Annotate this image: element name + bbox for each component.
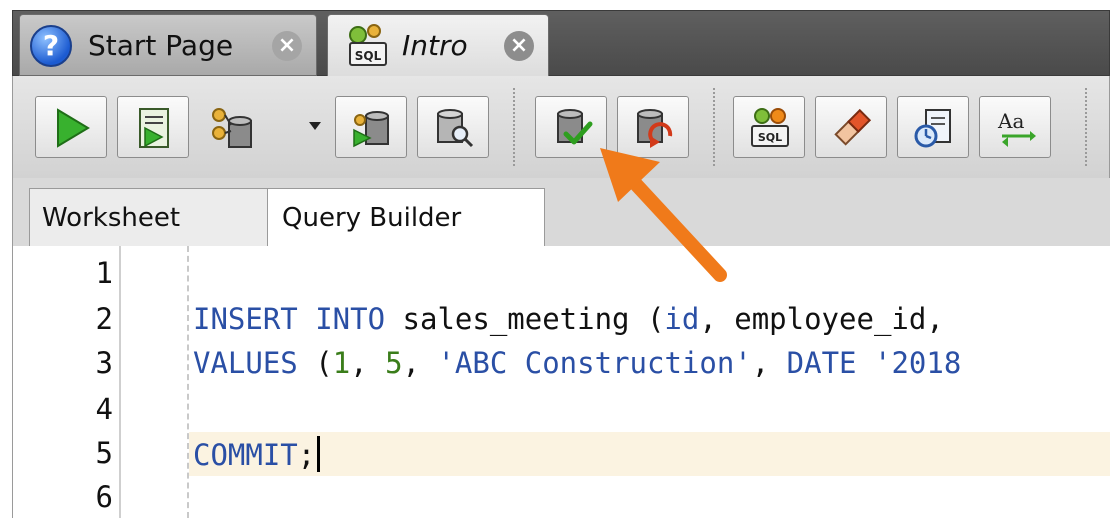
- worksheet-subtabs: Worksheet Query Builder: [12, 178, 1110, 246]
- chevron-down-icon[interactable]: [309, 122, 321, 130]
- document-tab-bar: ? Start Page × SQL Intro ×: [12, 10, 1110, 78]
- run-script-button[interactable]: [117, 96, 189, 158]
- sql-keyword: VALUES: [193, 346, 298, 380]
- sql-text: sales_meeting (: [385, 302, 665, 336]
- sql-history-button[interactable]: [897, 96, 969, 158]
- history-clock-icon: [914, 109, 951, 148]
- text-caret: [317, 436, 321, 472]
- line-number: 5: [95, 436, 113, 470]
- eraser-icon: [834, 108, 872, 146]
- sql-worksheet-icon: SQL: [349, 24, 387, 66]
- code-line-5: COMMIT;: [193, 436, 321, 472]
- format-case-button[interactable]: Aa: [979, 96, 1051, 158]
- sql-text: ,: [402, 346, 438, 380]
- sql-keyword: DATE: [786, 346, 857, 380]
- sql-text: , employee_id,: [699, 302, 944, 336]
- sql-keyword: COMMIT: [193, 438, 298, 472]
- tab-start-page-label: Start Page: [88, 29, 234, 62]
- toolbar-separator: [513, 88, 515, 166]
- script-icon: [139, 108, 169, 148]
- case-convert-icon: Aa: [997, 109, 1036, 147]
- toolbar-separator: [1085, 88, 1087, 166]
- database-check-icon: [557, 109, 593, 145]
- current-line-highlight: [189, 432, 1110, 476]
- clear-button[interactable]: [815, 96, 887, 158]
- tab-query-builder-label: Query Builder: [282, 203, 462, 233]
- tab-start-page[interactable]: ? Start Page ×: [19, 14, 317, 76]
- code-line-3: VALUES (1, 5, 'ABC Construction', DATE '…: [193, 346, 961, 380]
- sql-text: ;: [297, 438, 316, 472]
- sql-editor[interactable]: 1 2 3 4 5 6 INSERT INTO sales_meeting (i…: [12, 246, 1110, 518]
- svg-text:Aa: Aa: [997, 109, 1024, 133]
- tab-intro[interactable]: SQL Intro ×: [327, 14, 549, 78]
- line-number: 1: [95, 256, 113, 290]
- sql-gear-icon: SQL: [751, 108, 789, 147]
- sql-text: (: [297, 346, 333, 380]
- close-icon[interactable]: ×: [272, 31, 302, 61]
- sql-text: ,: [350, 346, 386, 380]
- annotation-arrow: [600, 148, 727, 282]
- sql-keyword: id: [664, 302, 700, 336]
- line-number: 6: [95, 480, 113, 514]
- sql-text: ,: [751, 346, 787, 380]
- sql-number: 1: [332, 346, 351, 380]
- sql-keyword: INSERT INTO: [193, 302, 386, 336]
- database-icon[interactable]: [209, 105, 259, 155]
- sql-number: 5: [385, 346, 403, 380]
- svg-text:SQL: SQL: [758, 131, 782, 144]
- line-number: 4: [95, 392, 113, 426]
- play-icon: [57, 108, 90, 148]
- worksheet-toolbar: SQL Aa: [12, 76, 1110, 178]
- fold-guide: [187, 246, 189, 518]
- sql-string: '2018: [873, 346, 962, 380]
- tab-worksheet-label: Worksheet: [42, 203, 181, 233]
- database-search-icon: [437, 109, 474, 148]
- tab-worksheet[interactable]: Worksheet: [29, 188, 275, 246]
- help-icon: ?: [30, 25, 72, 67]
- explain-plan-button[interactable]: [335, 96, 407, 158]
- line-number: 3: [95, 346, 113, 380]
- sql-string: 'ABC Construction': [437, 346, 752, 380]
- run-statement-button[interactable]: [35, 96, 107, 158]
- svg-text:SQL: SQL: [355, 49, 382, 63]
- tab-query-builder[interactable]: Query Builder: [267, 188, 545, 246]
- close-icon[interactable]: ×: [504, 31, 534, 61]
- line-number: 2: [95, 302, 113, 336]
- autotrace-button[interactable]: [417, 96, 489, 158]
- database-arrow-icon: [353, 111, 389, 148]
- tab-intro-label: Intro: [402, 29, 468, 62]
- code-line-2: INSERT INTO sales_meeting (id, employee_…: [193, 302, 944, 336]
- gutter-divider: [119, 246, 121, 518]
